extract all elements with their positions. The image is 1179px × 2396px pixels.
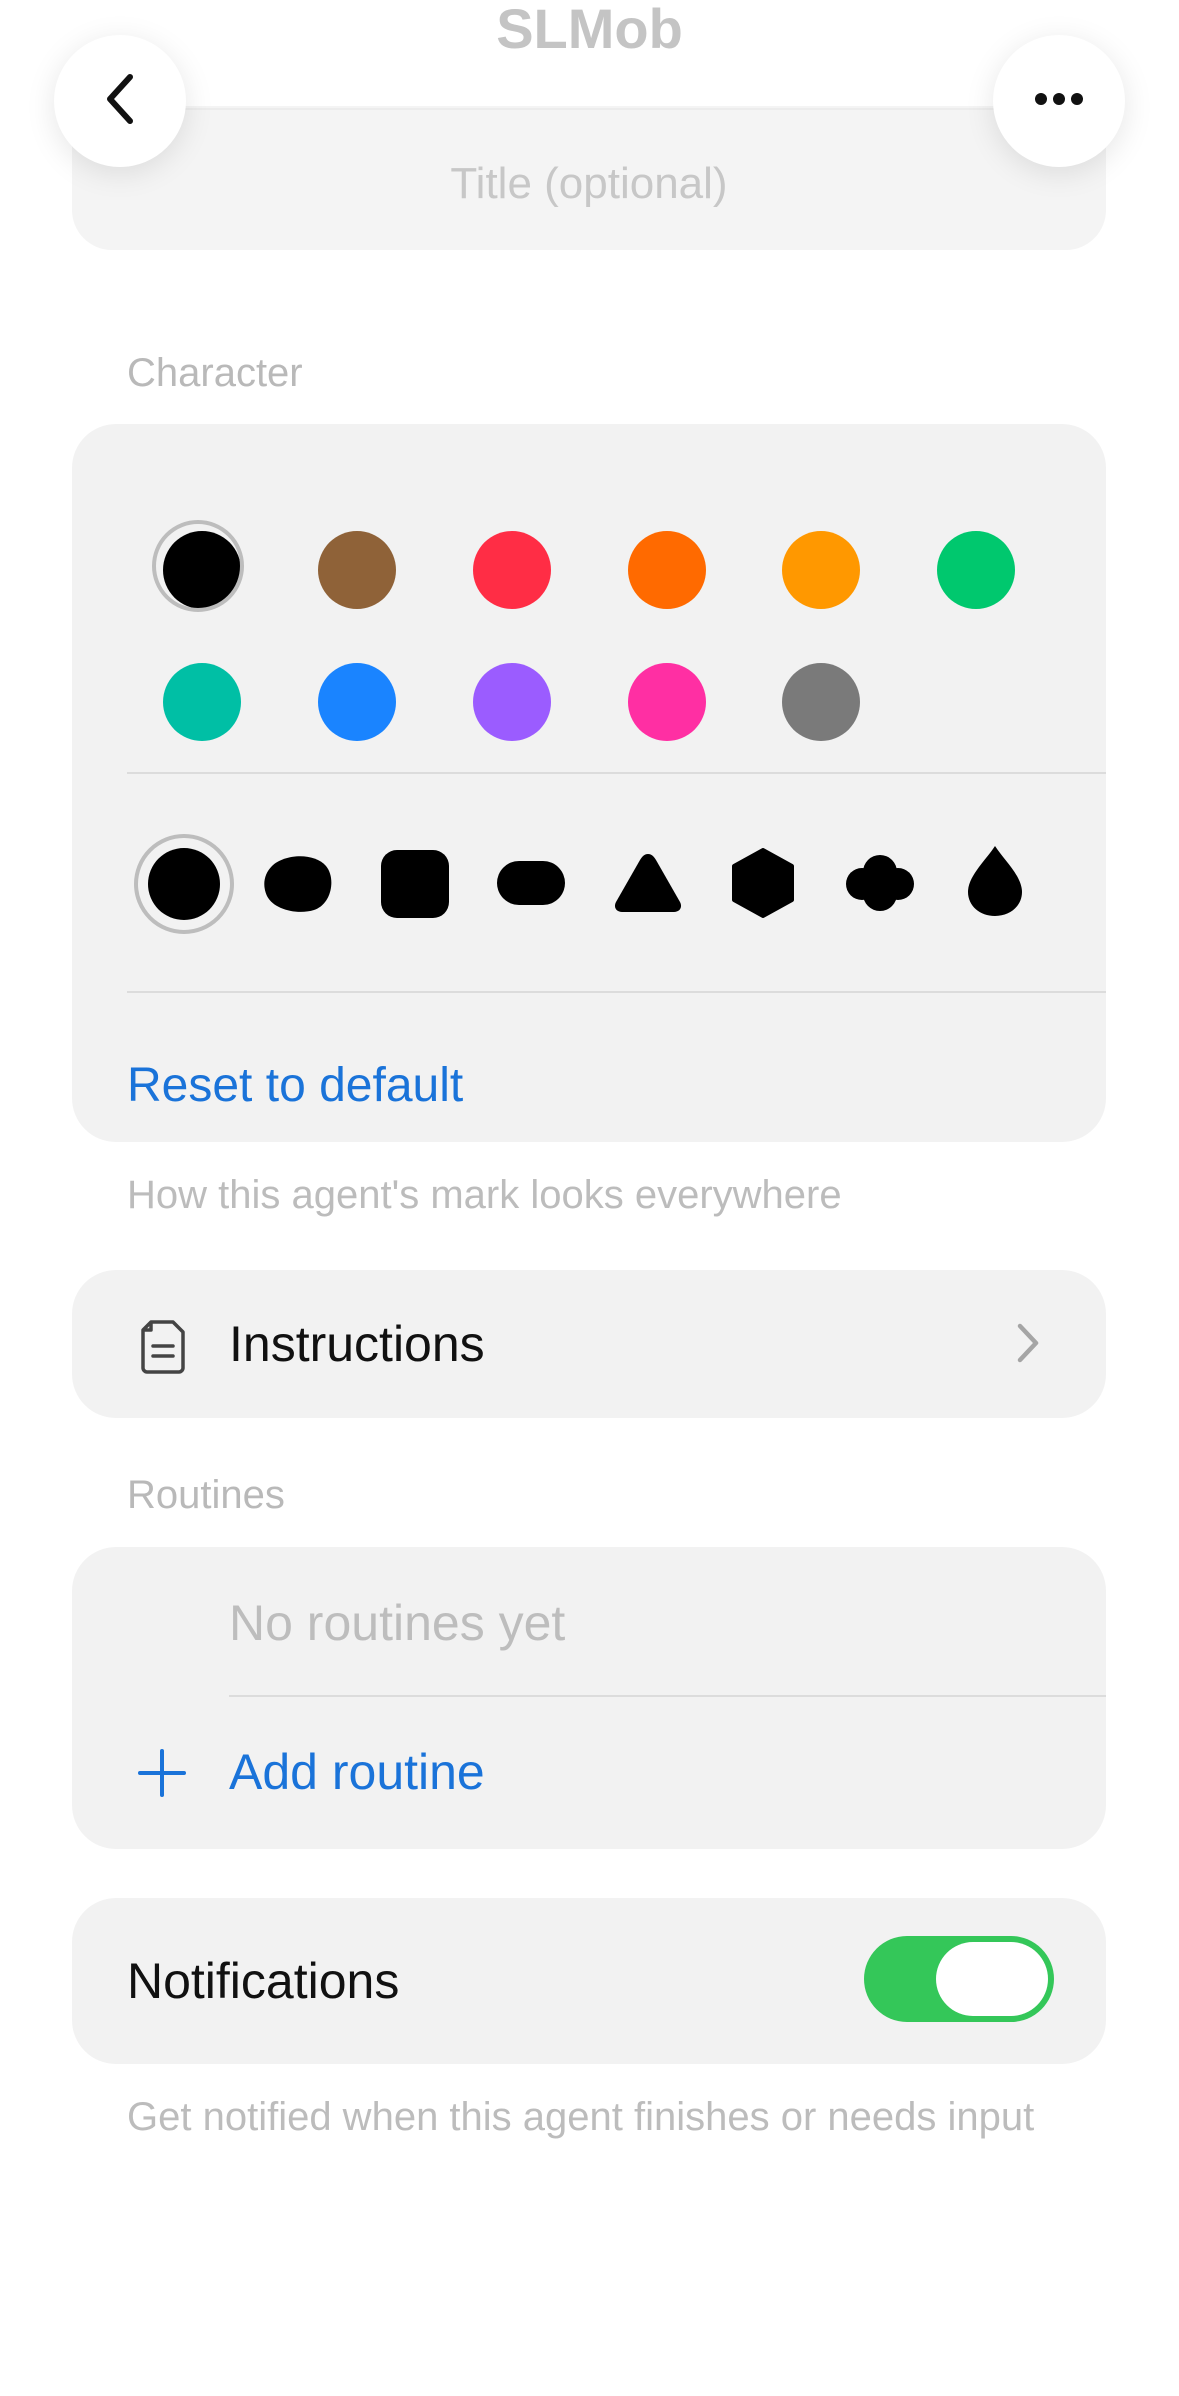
circle-shape-icon[interactable] [132,832,236,941]
plus-icon [136,1747,188,1804]
cloud-shape-icon[interactable] [844,852,916,919]
triangle-shape-icon[interactable] [612,848,684,919]
color-swatch-brown[interactable] [318,531,396,609]
color-swatch-red[interactable] [473,531,551,609]
color-swatch-orange[interactable] [628,531,706,609]
notifications-row: Notifications [72,1898,1106,2064]
rounded-square-shape-icon[interactable] [380,849,450,924]
pill-shape-icon[interactable] [496,860,566,911]
document-icon [139,1318,187,1379]
blob-shape-icon[interactable] [262,852,334,919]
color-swatch-pink[interactable] [628,663,706,741]
reset-to-default-button[interactable]: Reset to default [127,1056,463,1116]
color-swatch-teal[interactable] [163,663,241,741]
color-swatch-purple[interactable] [473,663,551,741]
more-options-button[interactable] [993,35,1125,167]
title-card-divider [142,108,1036,110]
title-field-card[interactable]: Title (optional) [72,106,1106,250]
back-button[interactable] [54,35,186,167]
character-divider-1 [127,772,1106,774]
drop-shape-icon[interactable] [966,844,1024,923]
title-input[interactable]: Title (optional) [72,154,1106,214]
color-swatch-green[interactable] [937,531,1015,609]
character-footnote: How this agent's mark looks everywhere [127,1173,842,1217]
add-routine-button[interactable]: Add routine [72,1697,1106,1847]
notifications-toggle[interactable] [864,1936,1054,2022]
ellipsis-icon [1034,92,1084,111]
add-routine-label: Add routine [229,1744,485,1800]
routines-section-label: Routines [127,1473,285,1517]
chevron-left-icon [98,69,142,134]
no-routines-text: No routines yet [229,1595,566,1651]
notifications-footnote: Get notified when this agent finishes or… [127,2095,1035,2139]
toggle-knob [936,1942,1048,2016]
character-section-label: Character [127,351,303,395]
chevron-right-icon [1014,1320,1042,1371]
character-divider-2 [127,991,1106,993]
hexagon-shape-icon[interactable] [730,848,796,923]
routines-card: No routines yet Add routine [72,1547,1106,1849]
color-swatch-black[interactable] [152,520,244,612]
character-card: Reset to default [72,424,1106,1142]
color-swatch-amber[interactable] [782,531,860,609]
app-title: SLMob [496,0,683,60]
color-swatch-blue[interactable] [318,663,396,741]
instructions-label: Instructions [229,1316,485,1372]
notifications-label: Notifications [127,1953,400,2009]
color-swatch-gray[interactable] [782,663,860,741]
instructions-row[interactable]: Instructions [72,1270,1106,1418]
